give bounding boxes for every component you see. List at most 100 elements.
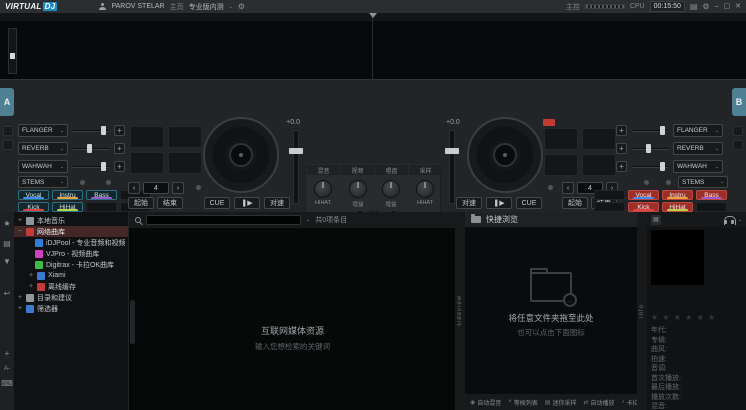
pad-slot[interactable]	[130, 126, 164, 148]
loop-out-button[interactable]: 结束	[157, 197, 183, 209]
expander[interactable]: +	[28, 283, 34, 290]
favorites-star-icon[interactable]: ★	[3, 220, 10, 228]
expander[interactable]: +	[28, 272, 34, 279]
back-arrow-icon[interactable]: ↩	[4, 290, 11, 298]
tree-item-local-music[interactable]: + 本地音乐	[14, 215, 128, 226]
toolbar-autoplay[interactable]: ⇄自动播放	[583, 398, 614, 407]
fx-activate-button[interactable]: +	[114, 125, 125, 136]
stem-empty-slot[interactable]	[594, 202, 625, 212]
waveform-area[interactable]	[0, 13, 746, 80]
deck-b-jog-wheel[interactable]	[467, 117, 543, 193]
stem-hihat-button[interactable]: HiHat	[662, 202, 693, 212]
tree-item-digitrax[interactable]: Digitrax - 卡拉OK曲库	[14, 259, 128, 270]
fx-dry-wet-slider[interactable]	[73, 142, 109, 155]
deck-b-pitch-fader[interactable]	[449, 130, 455, 204]
toolbar-sidelist[interactable]: ×等候列表	[508, 398, 538, 407]
deck-a-jog-wheel[interactable]	[203, 117, 279, 193]
fx-dry-wet-slider[interactable]	[73, 124, 109, 137]
deck-a-stems-dropdown[interactable]: STEMS⌄	[18, 176, 68, 188]
tab-video[interactable]: 视频	[341, 165, 374, 175]
fx-select-reverb[interactable]: REVERB⌄	[673, 142, 723, 155]
keyboard-icon[interactable]: ⌨	[1, 380, 13, 388]
stem-empty-slot[interactable]	[594, 190, 625, 200]
headphone-icon[interactable]	[724, 216, 734, 223]
fx-activate-button[interactable]: +	[616, 125, 627, 136]
stem-vocal-button[interactable]: Vocal	[18, 190, 49, 200]
expander[interactable]: +	[17, 294, 23, 301]
deck-b-stems-dropdown[interactable]: STEMS⌄	[678, 176, 728, 188]
drop-zone[interactable]: → 将任意文件夹拖至此处 也可以点击下面图标	[465, 272, 637, 338]
stem-empty-slot[interactable]	[696, 202, 727, 212]
pad-slot[interactable]	[168, 152, 202, 174]
fx-select-reverb[interactable]: REVERB⌄	[18, 142, 68, 155]
fx-activate-button[interactable]: +	[616, 161, 627, 172]
fx-dry-wet-slider[interactable]	[632, 142, 668, 155]
gear-icon[interactable]: ⚙	[238, 3, 245, 11]
list-view-icon[interactable]: ▤	[651, 215, 661, 225]
slider-handle[interactable]	[101, 126, 106, 135]
home-menu[interactable]: 主页	[170, 2, 184, 12]
deck-b-stem-eq-knob[interactable]	[416, 180, 434, 198]
add-button[interactable]: +	[5, 350, 10, 358]
tree-item-xiami[interactable]: + Xiami	[14, 270, 128, 281]
zoom-slider-handle[interactable]	[10, 53, 15, 59]
toolbar-sampler[interactable]: ▤迷你采样	[545, 398, 577, 407]
waveform-zoom-slider[interactable]	[8, 28, 17, 74]
slider-handle[interactable]	[87, 144, 92, 153]
search-input[interactable]	[146, 215, 301, 225]
tab-sideview[interactable]: sideview	[455, 212, 465, 410]
pad-slot[interactable]	[130, 152, 164, 174]
loop-double-button[interactable]: ›	[172, 182, 184, 194]
cue-button[interactable]: CUE	[204, 197, 230, 209]
pad-slot[interactable]	[582, 128, 616, 150]
loop-in-button[interactable]: 起始	[128, 197, 154, 209]
tab-scratch[interactable]: 唱盘	[375, 165, 408, 175]
settings-gear-icon[interactable]: ⚙	[702, 3, 709, 11]
edition-dropdown[interactable]: 专业版内测	[189, 2, 224, 12]
chevron-down-icon[interactable]: ⌄	[306, 217, 310, 223]
toolbar-automix[interactable]: ◉自动混音	[470, 398, 501, 407]
slider-handle[interactable]	[660, 162, 665, 171]
play-pause-button[interactable]: ❚▶	[234, 197, 260, 209]
views-icon[interactable]: ▤	[3, 240, 11, 248]
tab-mixer[interactable]: 混音	[307, 165, 340, 175]
loop-in-button[interactable]: 起始	[562, 197, 588, 209]
expander[interactable]: +	[17, 217, 23, 224]
side-pad[interactable]	[733, 140, 743, 150]
fx-select-flanger[interactable]: FLANGER⌄	[673, 124, 723, 137]
font-size-button[interactable]: A-	[4, 366, 10, 372]
expander[interactable]: +	[17, 305, 23, 312]
play-pause-button[interactable]: ❚▶	[486, 197, 512, 209]
tree-item-vjpro[interactable]: VJPro - 视频曲库	[14, 248, 128, 259]
stem-kick-button[interactable]: Kick	[628, 202, 659, 212]
deck-a-stem-eq-knob[interactable]	[314, 180, 332, 198]
stem-vocal-button[interactable]: Vocal	[628, 190, 659, 200]
tree-item-filters[interactable]: + 筛选器	[14, 303, 128, 314]
fx-select-wahwah[interactable]: WAHWAH⌄	[18, 160, 68, 173]
side-pad[interactable]	[733, 126, 743, 136]
fx-select-flanger[interactable]: FLANGER⌄	[18, 124, 68, 137]
deck-b-gain-knob[interactable]	[382, 180, 400, 198]
tree-item-online-library[interactable]: − 网络曲库	[14, 226, 128, 237]
loop-length-display[interactable]: 4	[143, 182, 169, 194]
pad-slot[interactable]	[582, 154, 616, 176]
slider-handle[interactable]	[646, 144, 651, 153]
tree-item-offline-cache[interactable]: + 离线缓存	[14, 281, 128, 292]
fx-select-wahwah[interactable]: WAHWAH⌄	[673, 160, 723, 173]
stem-bass-button[interactable]: Bass	[696, 190, 727, 200]
tree-item-folders-suggestions[interactable]: + 目录和建议	[14, 292, 128, 303]
stem-kick-button[interactable]: Kick	[18, 202, 49, 212]
rating-stars[interactable]: ★ ★ ★ ★ ★ ★	[651, 313, 716, 322]
stem-instru-button[interactable]: Instru	[52, 190, 83, 200]
stem-empty-slot[interactable]	[86, 202, 117, 212]
side-pad[interactable]	[3, 126, 13, 136]
fx-activate-button[interactable]: +	[114, 143, 125, 154]
cue-button[interactable]: CUE	[516, 197, 542, 209]
history-icon[interactable]: ▤	[690, 3, 698, 11]
stem-bass-button[interactable]: Bass	[86, 190, 117, 200]
user-name[interactable]: PAROV STELAR	[111, 3, 164, 10]
loop-half-button[interactable]: ‹	[562, 182, 574, 194]
pitch-fader-handle[interactable]	[445, 148, 459, 154]
maximize-button[interactable]: ▢	[724, 3, 731, 10]
fx-activate-button[interactable]: +	[616, 143, 627, 154]
